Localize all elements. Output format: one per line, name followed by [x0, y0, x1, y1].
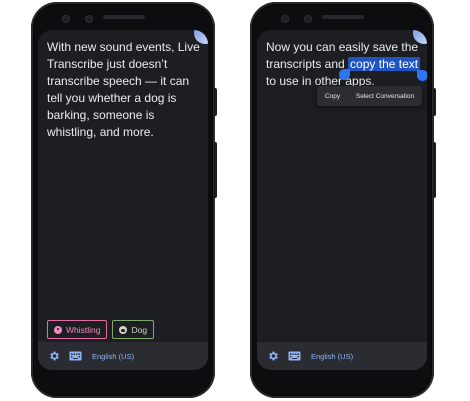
- gear-icon[interactable]: [48, 350, 60, 362]
- selection-handle-end[interactable]: [417, 70, 427, 81]
- sensor-icon: [62, 15, 70, 23]
- earpiece-speaker: [322, 15, 364, 19]
- live-transcribe-screen: Now you can easily save the transcripts …: [257, 30, 427, 370]
- power-button: [433, 88, 436, 116]
- language-selector[interactable]: English (US): [311, 352, 353, 361]
- sound-chip-label: Whistling: [66, 324, 101, 335]
- bottom-toolbar: English (US): [38, 342, 208, 370]
- sound-event-chips: Whistling Dog: [47, 320, 155, 339]
- sound-chip-dog[interactable]: Dog: [112, 320, 155, 339]
- whistle-icon: [54, 325, 62, 334]
- phone-right: Now you can easily save the transcripts …: [250, 2, 436, 398]
- language-selector[interactable]: English (US): [92, 352, 134, 361]
- keyboard-icon[interactable]: [288, 351, 301, 361]
- keyboard-icon[interactable]: [69, 351, 82, 361]
- selection-handle-start[interactable]: [339, 69, 350, 80]
- sound-chip-whistling[interactable]: Whistling: [47, 320, 108, 339]
- phone-left: With new sound events, Live Transcribe j…: [31, 2, 217, 398]
- camera-icon: [85, 15, 93, 23]
- copy-menu-item[interactable]: Copy: [322, 93, 343, 100]
- volume-button: [433, 142, 436, 198]
- volume-button: [214, 142, 217, 198]
- power-button: [214, 88, 217, 116]
- selected-text[interactable]: copy the text: [348, 57, 421, 71]
- sensor-icon: [281, 15, 289, 23]
- gear-icon[interactable]: [267, 350, 279, 362]
- transcript-text[interactable]: Now you can easily save the transcripts …: [266, 39, 424, 90]
- camera-icon: [304, 15, 312, 23]
- text-context-menu: Copy Select Conversation: [317, 86, 422, 106]
- earpiece-speaker: [103, 15, 145, 19]
- bottom-toolbar: English (US): [257, 342, 427, 370]
- dog-icon: [119, 325, 128, 334]
- select-conversation-menu-item[interactable]: Select Conversation: [353, 93, 417, 100]
- transcript-text[interactable]: With new sound events, Live Transcribe j…: [47, 39, 205, 141]
- sound-chip-label: Dog: [131, 324, 148, 335]
- live-transcribe-screen: With new sound events, Live Transcribe j…: [38, 30, 208, 370]
